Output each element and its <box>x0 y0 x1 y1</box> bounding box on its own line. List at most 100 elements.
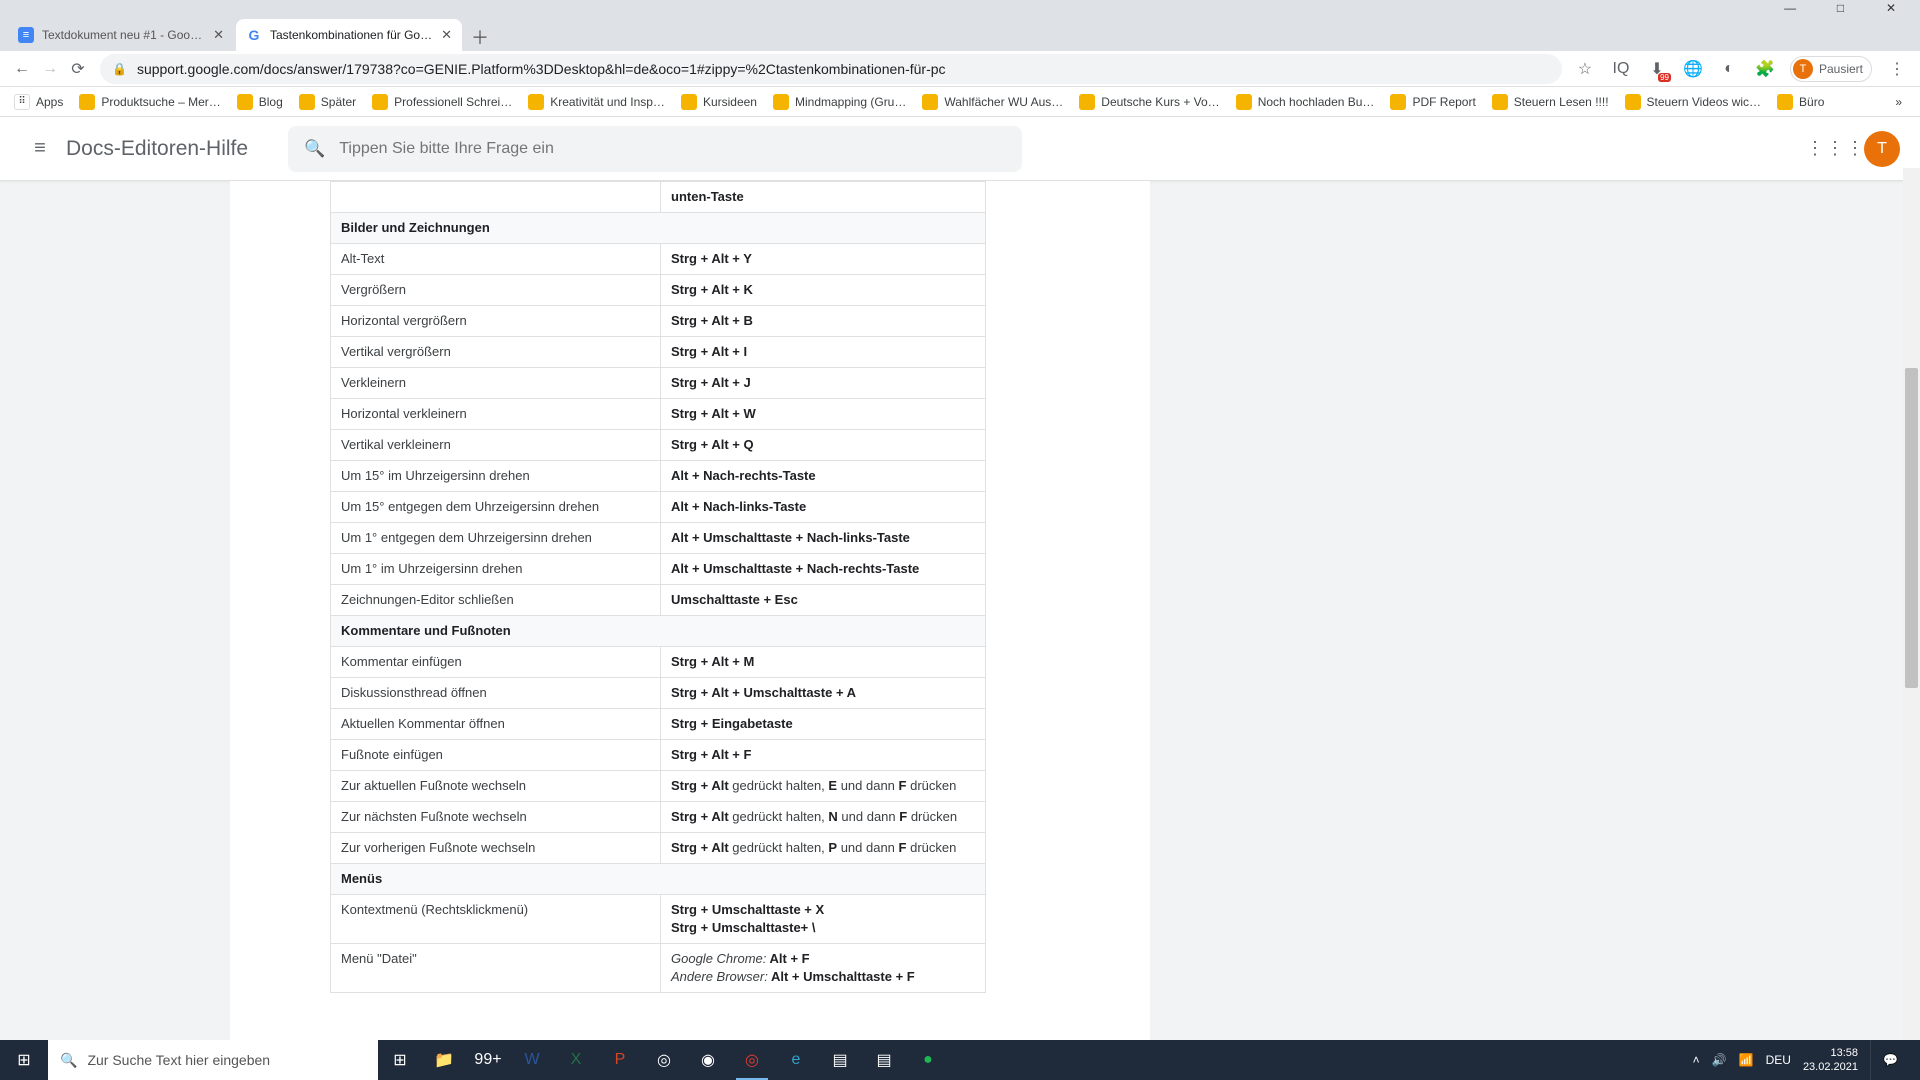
shortcut-cell: Alt + Nach-links-Taste <box>661 492 986 523</box>
help-search-input[interactable] <box>339 140 1006 158</box>
scrollbar-thumb[interactable] <box>1905 368 1918 688</box>
windows-taskbar: ⊞ 🔍 Zur Suche Text hier eingeben ⊞ 📁99+W… <box>0 1040 1920 1080</box>
browser-menu-button[interactable]: ⋮ <box>1886 58 1908 80</box>
new-tab-button[interactable]: ＋ <box>464 23 496 51</box>
browser-tabstrip: ≡ Textdokument neu #1 - Google D ✕ G Tas… <box>0 15 1920 51</box>
hamburger-menu-button[interactable]: ≡ <box>20 129 60 169</box>
article: unten-TasteBilder und ZeichnungenAlt-Tex… <box>230 181 1150 1040</box>
folder-icon <box>299 94 315 110</box>
shortcuts-table: unten-TasteBilder und ZeichnungenAlt-Tex… <box>330 181 986 993</box>
bookmark-item[interactable]: Mindmapping (Gru… <box>767 89 912 115</box>
tray-network-icon[interactable]: 📶 <box>1739 1053 1754 1067</box>
browser-tab[interactable]: ≡ Textdokument neu #1 - Google D ✕ <box>8 19 234 51</box>
bookmark-item[interactable]: Noch hochladen Bu… <box>1230 89 1381 115</box>
start-button[interactable]: ⊞ <box>0 1040 48 1080</box>
forward-button[interactable]: → <box>36 55 64 83</box>
browser-tab[interactable]: G Tastenkombinationen für Google ✕ <box>236 19 462 51</box>
profile-button[interactable]: T Pausiert <box>1790 56 1872 82</box>
table-row: Fußnote einfügenStrg + Alt + F <box>331 740 986 771</box>
table-row: VerkleinernStrg + Alt + J <box>331 368 986 399</box>
folder-icon <box>372 94 388 110</box>
taskbar-app-obs[interactable]: ◉ <box>686 1040 730 1080</box>
table-row: VergrößernStrg + Alt + K <box>331 275 986 306</box>
taskbar-app-edge[interactable]: e <box>774 1040 818 1080</box>
bookmark-item[interactable]: Wahlfächer WU Aus… <box>916 89 1069 115</box>
bookmark-item[interactable]: Steuern Videos wic… <box>1619 89 1768 115</box>
window-minimize-button[interactable]: — <box>1767 1 1813 15</box>
tray-expand-icon[interactable]: ˄ <box>1693 1053 1700 1067</box>
tab-title: Tastenkombinationen für Google <box>270 28 435 42</box>
close-icon[interactable]: ✕ <box>213 27 224 43</box>
task-view-button[interactable]: ⊞ <box>378 1040 422 1080</box>
bookmark-item[interactable]: Kursideen <box>675 89 763 115</box>
address-bar: ← → ⟳ 🔒 support.google.com/docs/answer/1… <box>0 51 1920 87</box>
google-account-avatar[interactable]: T <box>1864 131 1900 167</box>
taskbar-app-explorer[interactable]: 📁 <box>422 1040 466 1080</box>
taskbar-app-app1[interactable]: ▤ <box>818 1040 862 1080</box>
table-row: Zeichnungen-Editor schließenUmschalttast… <box>331 585 986 616</box>
taskbar-app-word[interactable]: W <box>510 1040 554 1080</box>
taskbar-app-mail[interactable]: 99+ <box>466 1040 510 1080</box>
help-search-box[interactable]: 🔍 <box>288 126 1022 172</box>
bookmark-item[interactable]: Professionell Schrei… <box>366 89 518 115</box>
table-row: Horizontal verkleinernStrg + Alt + W <box>331 399 986 430</box>
window-close-button[interactable]: ✕ <box>1868 1 1914 15</box>
search-icon: 🔍 <box>60 1052 77 1069</box>
taskbar-app-excel[interactable]: X <box>554 1040 598 1080</box>
bookmark-item[interactable]: Büro <box>1771 89 1830 115</box>
shortcut-cell: Alt + Umschalttaste + Nach-links-Taste <box>661 523 986 554</box>
folder-icon <box>1777 94 1793 110</box>
shortcut-cell: Strg + Umschalttaste + XStrg + Umschaltt… <box>661 895 986 944</box>
close-icon[interactable]: ✕ <box>441 27 452 43</box>
window-maximize-button[interactable]: □ <box>1818 1 1864 15</box>
back-button[interactable]: ← <box>8 55 36 83</box>
vertical-scrollbar[interactable] <box>1903 168 1920 1040</box>
translate-extension-icon[interactable]: 🌐 <box>1682 58 1704 80</box>
bookmark-item[interactable]: Später <box>293 89 362 115</box>
tray-sound-icon[interactable]: 🔊 <box>1712 1053 1727 1067</box>
taskbar-app-spotify[interactable]: ● <box>906 1040 950 1080</box>
folder-icon <box>681 94 697 110</box>
shortcut-cell: Strg + Alt + Y <box>661 244 986 275</box>
bookmark-label: Blog <box>259 95 283 109</box>
taskbar-clock[interactable]: 13:58 23.02.2021 <box>1803 1046 1858 1074</box>
bookmark-label: Mindmapping (Gru… <box>795 95 906 109</box>
extension-icon[interactable]: ◐ <box>1718 58 1740 80</box>
bookmark-item[interactable]: PDF Report <box>1384 89 1481 115</box>
shortcut-cell: Strg + Alt + Umschalttaste + A <box>661 678 986 709</box>
bookmark-item[interactable]: Blog <box>231 89 289 115</box>
taskbar-app-powerpoint[interactable]: P <box>598 1040 642 1080</box>
bookmark-item[interactable]: ⠿Apps <box>8 89 69 115</box>
taskbar-app-opera[interactable]: ◎ <box>642 1040 686 1080</box>
table-row: Diskussionsthread öffnenStrg + Alt + Ums… <box>331 678 986 709</box>
bookmark-label: Kursideen <box>703 95 757 109</box>
bookmarks-bar: ⠿AppsProduktsuche – Mer… Blog SpäterProfes… <box>0 87 1920 117</box>
taskbar-app-app2[interactable]: ▤ <box>862 1040 906 1080</box>
bookmarks-overflow-button[interactable]: » <box>1889 89 1908 115</box>
table-row: Horizontal vergrößernStrg + Alt + B <box>331 306 986 337</box>
folder-icon <box>1236 94 1252 110</box>
bookmark-item[interactable]: Deutsche Kurs + Vo… <box>1073 89 1225 115</box>
bookmark-item[interactable]: Produktsuche – Mer… <box>73 89 226 115</box>
table-row: Zur vorherigen Fußnote wechselnStrg + Al… <box>331 833 986 864</box>
action-cell: Horizontal vergrößern <box>331 306 661 337</box>
tray-language[interactable]: DEU <box>1766 1053 1791 1067</box>
bookmark-star-icon[interactable]: ☆ <box>1574 58 1596 80</box>
reload-button[interactable]: ⟳ <box>64 55 92 83</box>
action-center-button[interactable]: 💬 <box>1870 1040 1910 1080</box>
taskbar-app-chrome[interactable]: ◎ <box>730 1040 774 1080</box>
badge-count: 99 <box>1658 73 1671 82</box>
google-apps-button[interactable]: ⋮⋮⋮ <box>1816 129 1856 169</box>
download-extension-icon[interactable]: ⬇99 <box>1646 58 1668 80</box>
iq-extension-icon[interactable]: IQ <box>1610 58 1632 80</box>
bookmark-item[interactable]: Kreativität und Insp… <box>522 89 671 115</box>
omnibox[interactable]: 🔒 support.google.com/docs/answer/179738?… <box>100 54 1562 84</box>
extensions-menu-icon[interactable]: 🧩 <box>1754 58 1776 80</box>
site-header: ≡ Docs-Editoren-Hilfe 🔍 ⋮⋮⋮ T <box>0 117 1920 181</box>
table-row: Aktuellen Kommentar öffnenStrg + Eingabe… <box>331 709 986 740</box>
page-title: Docs-Editoren-Hilfe <box>66 137 248 161</box>
bookmark-item[interactable]: Steuern Lesen !!!! <box>1486 89 1615 115</box>
taskbar-search[interactable]: 🔍 Zur Suche Text hier eingeben <box>48 1040 378 1080</box>
action-cell: Zeichnungen-Editor schließen <box>331 585 661 616</box>
action-cell: Alt-Text <box>331 244 661 275</box>
